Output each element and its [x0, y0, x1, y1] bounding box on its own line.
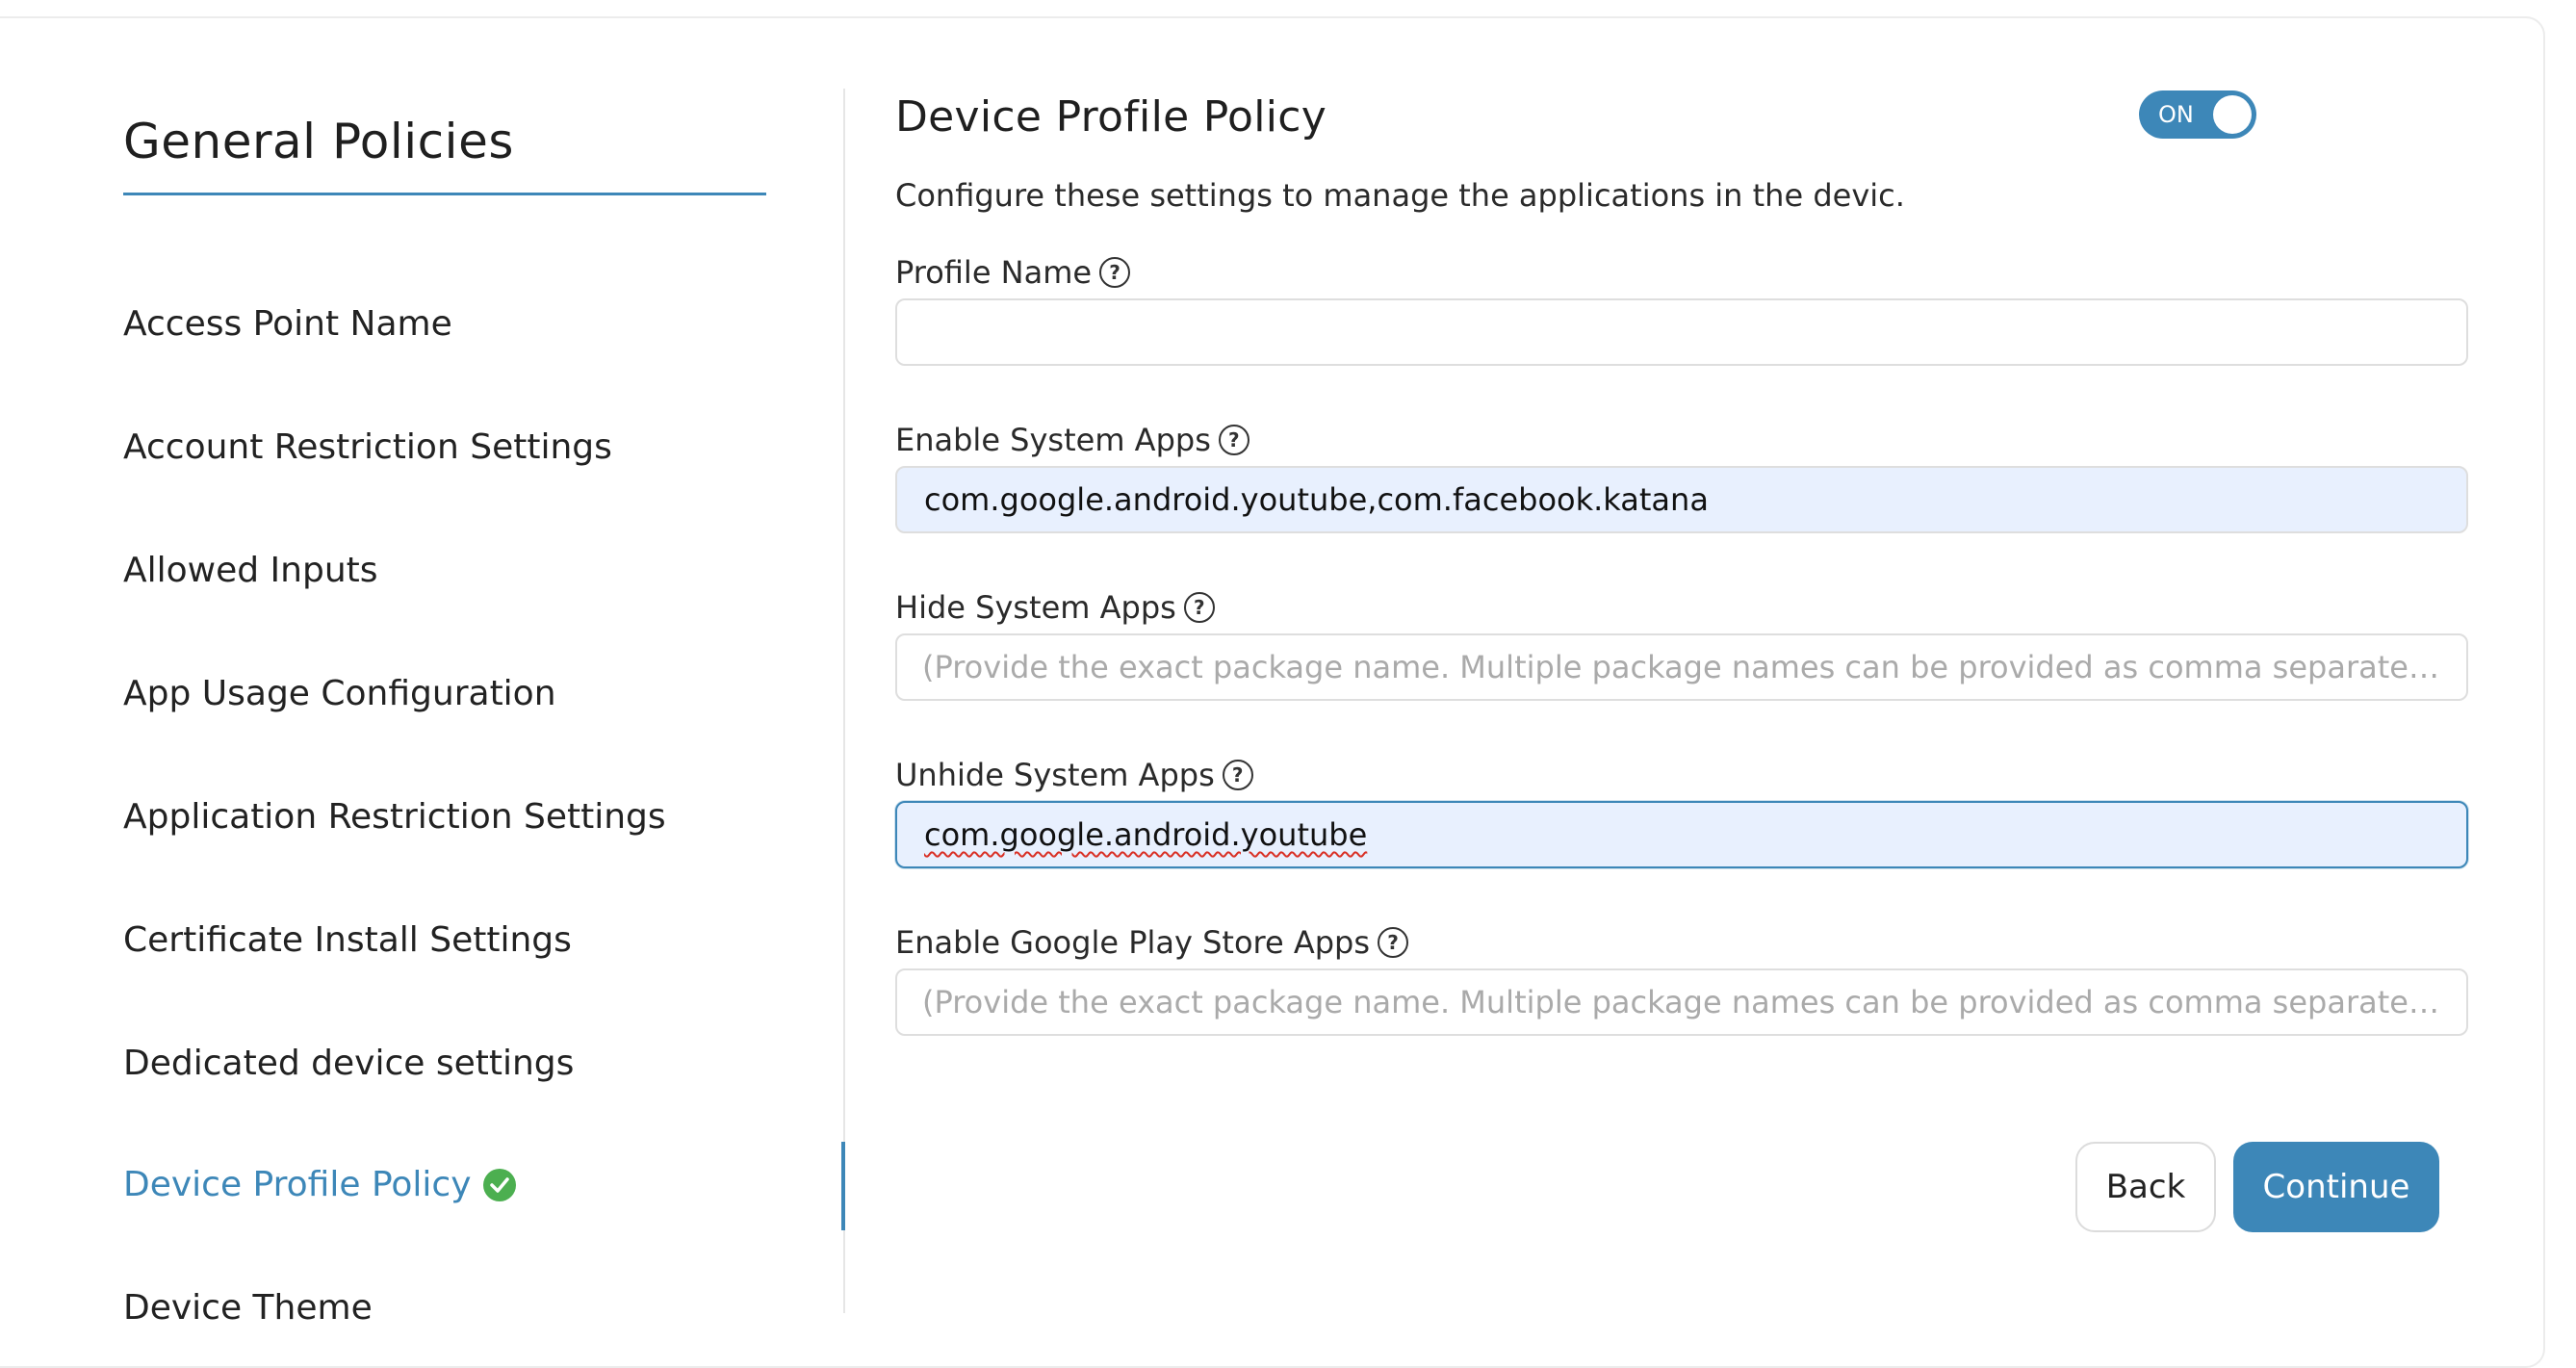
- sidebar-item-label: Dedicated device settings: [123, 1044, 575, 1083]
- sidebar-item-account-restriction-settings[interactable]: Account Restriction Settings: [123, 427, 612, 467]
- enable-system-apps-input[interactable]: com.google.android.youtube,com.facebook.…: [895, 466, 2468, 533]
- sidebar-item-device-theme[interactable]: Device Theme: [123, 1288, 373, 1328]
- sidebar-item-allowed-inputs[interactable]: Allowed Inputs: [123, 551, 378, 590]
- sidebar-divider: [843, 89, 845, 1313]
- sidebar-title-underline: [123, 193, 766, 195]
- enable-play-store-apps-input[interactable]: [895, 968, 2468, 1036]
- sidebar-item-label: Application Restriction Settings: [123, 797, 666, 837]
- check-circle-icon: [482, 1168, 516, 1201]
- active-item-indicator: [841, 1142, 845, 1230]
- sidebar-item-label: Allowed Inputs: [123, 551, 378, 590]
- help-icon[interactable]: ?: [1218, 425, 1249, 455]
- toggle-knob: [2213, 95, 2252, 134]
- policy-enable-toggle[interactable]: ON: [2139, 90, 2256, 139]
- field-label-text: Unhide System Apps: [895, 757, 1215, 793]
- back-button[interactable]: Back: [2075, 1142, 2216, 1232]
- help-icon[interactable]: ?: [1222, 760, 1253, 790]
- input-value: com.google.android.youtube: [924, 816, 1368, 853]
- input-value: com.google.android.youtube,com.facebook.…: [924, 481, 1709, 518]
- enable-system-apps-label: Enable System Apps ?: [895, 422, 1249, 458]
- page-title: Device Profile Policy: [895, 92, 1327, 142]
- hide-system-apps-label: Hide System Apps ?: [895, 589, 1215, 626]
- toggle-label: ON: [2158, 101, 2194, 128]
- sidebar-item-app-usage-configuration[interactable]: App Usage Configuration: [123, 674, 556, 713]
- sidebar-item-dedicated-device-settings[interactable]: Dedicated device settings: [123, 1044, 574, 1083]
- sidebar-item-access-point-name[interactable]: Access Point Name: [123, 304, 452, 344]
- sidebar-item-label: Access Point Name: [123, 304, 452, 344]
- continue-button[interactable]: Continue: [2233, 1142, 2439, 1232]
- sidebar-item-label: Certificate Install Settings: [123, 920, 572, 960]
- sidebar-title: General Policies: [123, 114, 514, 169]
- unhide-system-apps-label: Unhide System Apps ?: [895, 757, 1253, 793]
- enable-play-store-apps-label: Enable Google Play Store Apps ?: [895, 924, 1409, 961]
- sidebar-item-label: Account Restriction Settings: [123, 427, 612, 467]
- sidebar-item-label: Device Theme: [123, 1288, 373, 1328]
- sidebar-item-application-restriction-settings[interactable]: Application Restriction Settings: [123, 797, 666, 837]
- unhide-system-apps-input[interactable]: com.google.android.youtube: [895, 801, 2468, 868]
- profile-name-input[interactable]: [895, 298, 2468, 366]
- field-label-text: Enable System Apps: [895, 422, 1211, 458]
- help-icon[interactable]: ?: [1099, 257, 1131, 288]
- help-icon[interactable]: ?: [1378, 927, 1409, 958]
- profile-name-label: Profile Name ?: [895, 254, 1131, 291]
- page-description: Configure these settings to manage the a…: [895, 177, 1905, 214]
- field-label-text: Profile Name: [895, 254, 1093, 291]
- sidebar: General Policies Access Point Name Accou…: [0, 0, 843, 1328]
- sidebar-item-label: Device Profile Policy: [123, 1165, 472, 1204]
- help-icon[interactable]: ?: [1183, 592, 1215, 623]
- field-label-text: Enable Google Play Store Apps: [895, 924, 1371, 961]
- sidebar-item-device-profile-policy[interactable]: Device Profile Policy: [123, 1165, 516, 1204]
- field-label-text: Hide System Apps: [895, 589, 1176, 626]
- sidebar-item-label: App Usage Configuration: [123, 674, 556, 713]
- sidebar-item-certificate-install-settings[interactable]: Certificate Install Settings: [123, 920, 572, 960]
- hide-system-apps-input[interactable]: [895, 633, 2468, 701]
